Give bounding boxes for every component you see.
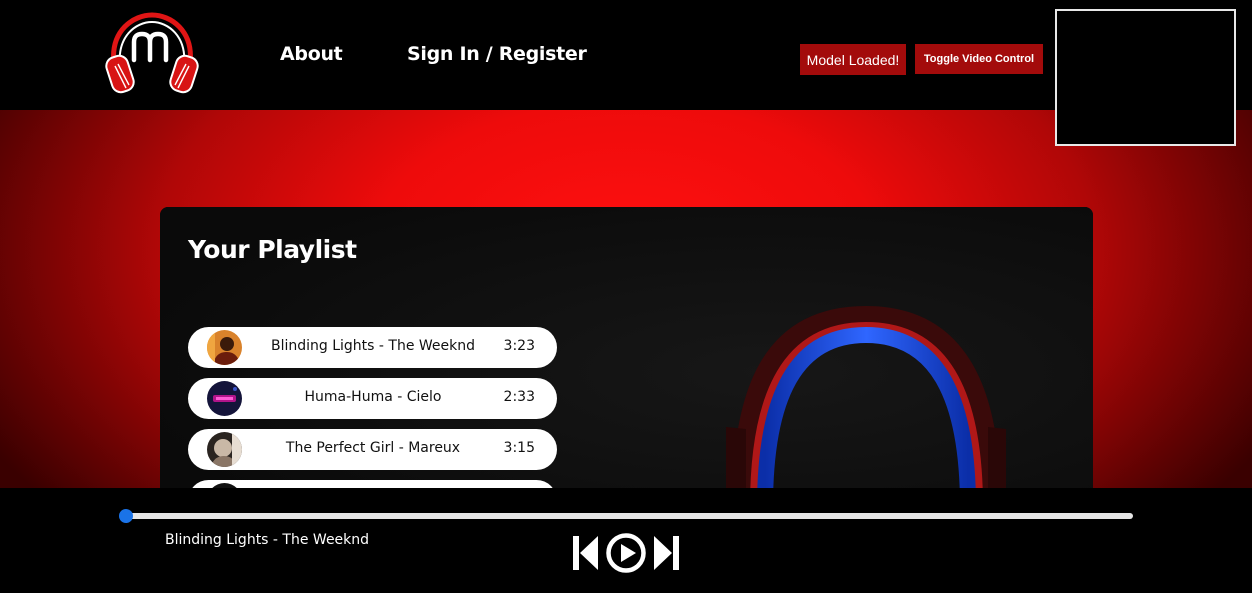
progress-slider[interactable] xyxy=(126,513,1133,519)
track-title: The Perfect Girl - Mareux xyxy=(285,440,461,456)
playlist-track-3[interactable]: The Perfect Girl - Mareux 3:15 xyxy=(188,429,557,470)
skip-next-icon[interactable] xyxy=(652,533,680,573)
now-playing-title: Blinding Lights - The Weeknd xyxy=(165,532,370,548)
headphones-m-logo-icon[interactable] xyxy=(104,12,200,96)
album-art-icon xyxy=(207,330,242,365)
play-circle-icon[interactable] xyxy=(605,532,647,574)
playlist-track-2[interactable]: Huma-Huma - Cielo 2:33 xyxy=(188,378,557,419)
skip-previous-icon[interactable] xyxy=(572,533,600,573)
track-duration: 3:23 xyxy=(503,338,535,354)
nav-about-link[interactable]: About xyxy=(280,43,343,65)
nav-signin-register-link[interactable]: Sign In / Register xyxy=(407,43,587,65)
track-title: Huma-Huma - Cielo xyxy=(304,389,442,405)
player-bar: Blinding Lights - The Weeknd xyxy=(0,488,1252,593)
playlist-track-1[interactable]: Blinding Lights - The Weeknd 3:23 xyxy=(188,327,557,368)
model-status-button[interactable]: Model Loaded! xyxy=(800,44,906,75)
progress-knob[interactable] xyxy=(119,509,133,523)
video-preview xyxy=(1055,9,1236,146)
album-art-icon xyxy=(207,381,242,416)
toggle-video-control-button[interactable]: Toggle Video Control xyxy=(915,44,1043,74)
album-art-icon xyxy=(207,432,242,467)
track-duration: 3:15 xyxy=(503,440,535,456)
track-title: Blinding Lights - The Weeknd xyxy=(270,338,476,354)
playlist-card: Your Playlist Blinding Lights - The Week… xyxy=(160,207,1093,507)
track-duration: 2:33 xyxy=(503,389,535,405)
playlist-title: Your Playlist xyxy=(188,235,357,264)
